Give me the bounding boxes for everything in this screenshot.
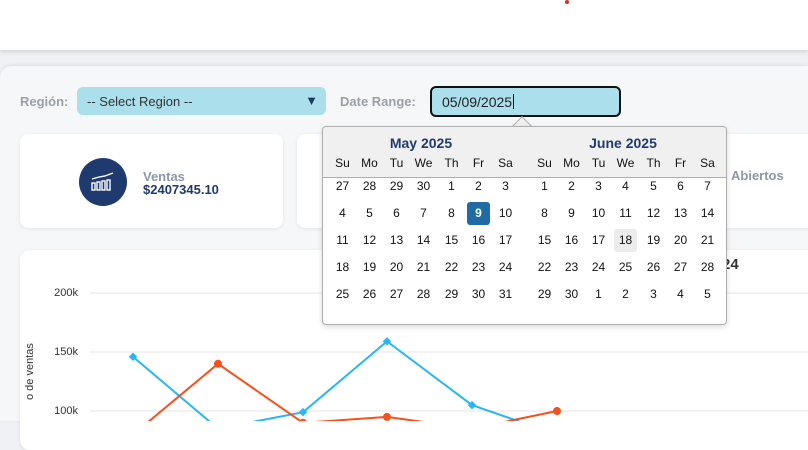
month-title: May 2025 [389,135,453,151]
calendar-day[interactable]: 13 [669,202,692,225]
calendar-day[interactable]: 7 [696,175,719,198]
calendar-day[interactable]: 23 [560,256,583,279]
calendar-day[interactable]: 29 [440,283,463,306]
weekday-header: Su [537,156,552,170]
calendar-day[interactable]: 10 [587,202,610,225]
calendar-day[interactable]: 22 [533,256,556,279]
calendar-day[interactable]: 2 [614,283,637,306]
calendar-day[interactable]: 1 [440,175,463,198]
calendar-day[interactable]: 21 [696,229,719,252]
calendar-day[interactable]: 29 [533,283,556,306]
weekday-header: Sa [700,156,715,170]
calendar-day[interactable]: 5 [642,175,665,198]
calendar-day[interactable]: 27 [385,283,408,306]
calendar-day[interactable]: 12 [642,202,665,225]
calendar-day[interactable]: 13 [385,229,408,252]
calendar-day[interactable]: 31 [494,283,517,306]
calendar-day[interactable]: 9 [467,202,490,225]
weekday-header: Fr [472,156,485,170]
data-point [214,359,222,368]
calendar-day[interactable]: 9 [560,202,583,225]
calendar-day[interactable]: 28 [412,283,435,306]
calendar-day[interactable]: 16 [467,229,490,252]
calendar-day[interactable]: 27 [669,256,692,279]
weekday-header: Sa [498,156,513,170]
calendar-day[interactable]: 3 [642,283,665,306]
calendar-day[interactable]: 30 [467,283,490,306]
calendar-day[interactable]: 25 [614,256,637,279]
calendar-day[interactable]: 4 [614,175,637,198]
weekday-header: Mo [361,156,378,170]
calendar-day[interactable]: 16 [560,229,583,252]
calendar-day[interactable]: 17 [494,229,517,252]
weekday-header: Fr [674,156,687,170]
calendar-day[interactable]: 26 [358,283,381,306]
calendar-day[interactable]: 19 [642,229,665,252]
calendar-day[interactable]: 30 [412,175,435,198]
calendar-day[interactable]: 24 [494,256,517,279]
calendar-day[interactable]: 29 [385,175,408,198]
calendar-day[interactable]: 6 [385,202,408,225]
calendar-day[interactable]: 21 [412,256,435,279]
calendar-day[interactable]: 4 [669,283,692,306]
calendar-day[interactable]: 4 [331,202,354,225]
calendar-day[interactable]: 18 [614,229,637,252]
weekday-header: Th [444,156,459,170]
weekday-header: Mo [563,156,580,170]
weekday-header: Th [646,156,661,170]
calendar-day[interactable]: 14 [412,229,435,252]
calendar-day[interactable]: 5 [696,283,719,306]
calendar-day[interactable]: 2 [467,175,490,198]
calendar-day[interactable]: 2 [560,175,583,198]
data-point [553,407,561,415]
calendar-day[interactable]: 27 [331,175,354,198]
calendar-day[interactable]: 17 [587,229,610,252]
calendar-day[interactable]: 6 [669,175,692,198]
weekday-header: Tu [591,156,606,170]
weekday-header: We [616,156,635,170]
weekday-header: Su [335,156,350,170]
calendar-day[interactable]: 20 [669,229,692,252]
calendar-day[interactable]: 23 [467,256,490,279]
calendar-day[interactable]: 8 [440,202,463,225]
calendar-day[interactable]: 20 [385,256,408,279]
calendar-day[interactable]: 24 [587,256,610,279]
month-title: June 2025 [589,135,657,151]
calendar-day[interactable]: 5 [358,202,381,225]
calendar-day[interactable]: 8 [533,202,556,225]
calendar-day[interactable]: 28 [358,175,381,198]
calendar-day[interactable]: 18 [331,256,354,279]
calendar-day[interactable]: 11 [331,229,354,252]
calendar-day[interactable]: 1 [587,283,610,306]
calendar-day[interactable]: 1 [533,175,556,198]
calendar-day[interactable]: 3 [587,175,610,198]
calendar-day[interactable]: 30 [560,283,583,306]
calendar-day[interactable]: 14 [696,202,719,225]
calendar-day[interactable]: 15 [440,229,463,252]
data-point [383,412,391,421]
calendar-day[interactable]: 28 [696,256,719,279]
calendar-day[interactable]: 3 [494,175,517,198]
calendar-day[interactable]: 10 [494,202,517,225]
calendar-day[interactable]: 12 [358,229,381,252]
calendar-day[interactable]: 26 [642,256,665,279]
calendar-day[interactable]: 7 [412,202,435,225]
weekday-header: We [414,156,433,170]
weekday-header: Tu [389,156,404,170]
calendar-day[interactable]: 25 [331,283,354,306]
calendar-day[interactable]: 11 [614,202,637,225]
calendar-day[interactable]: 22 [440,256,463,279]
datepicker-popup: May 2025 Su Mo Tu We Th Fr Sa 27 28 29 30 1 2 3 4 5 6 7 8 9 1… [322,126,727,325]
calendar-day[interactable]: 15 [533,229,556,252]
calendar-day[interactable]: 19 [358,256,381,279]
